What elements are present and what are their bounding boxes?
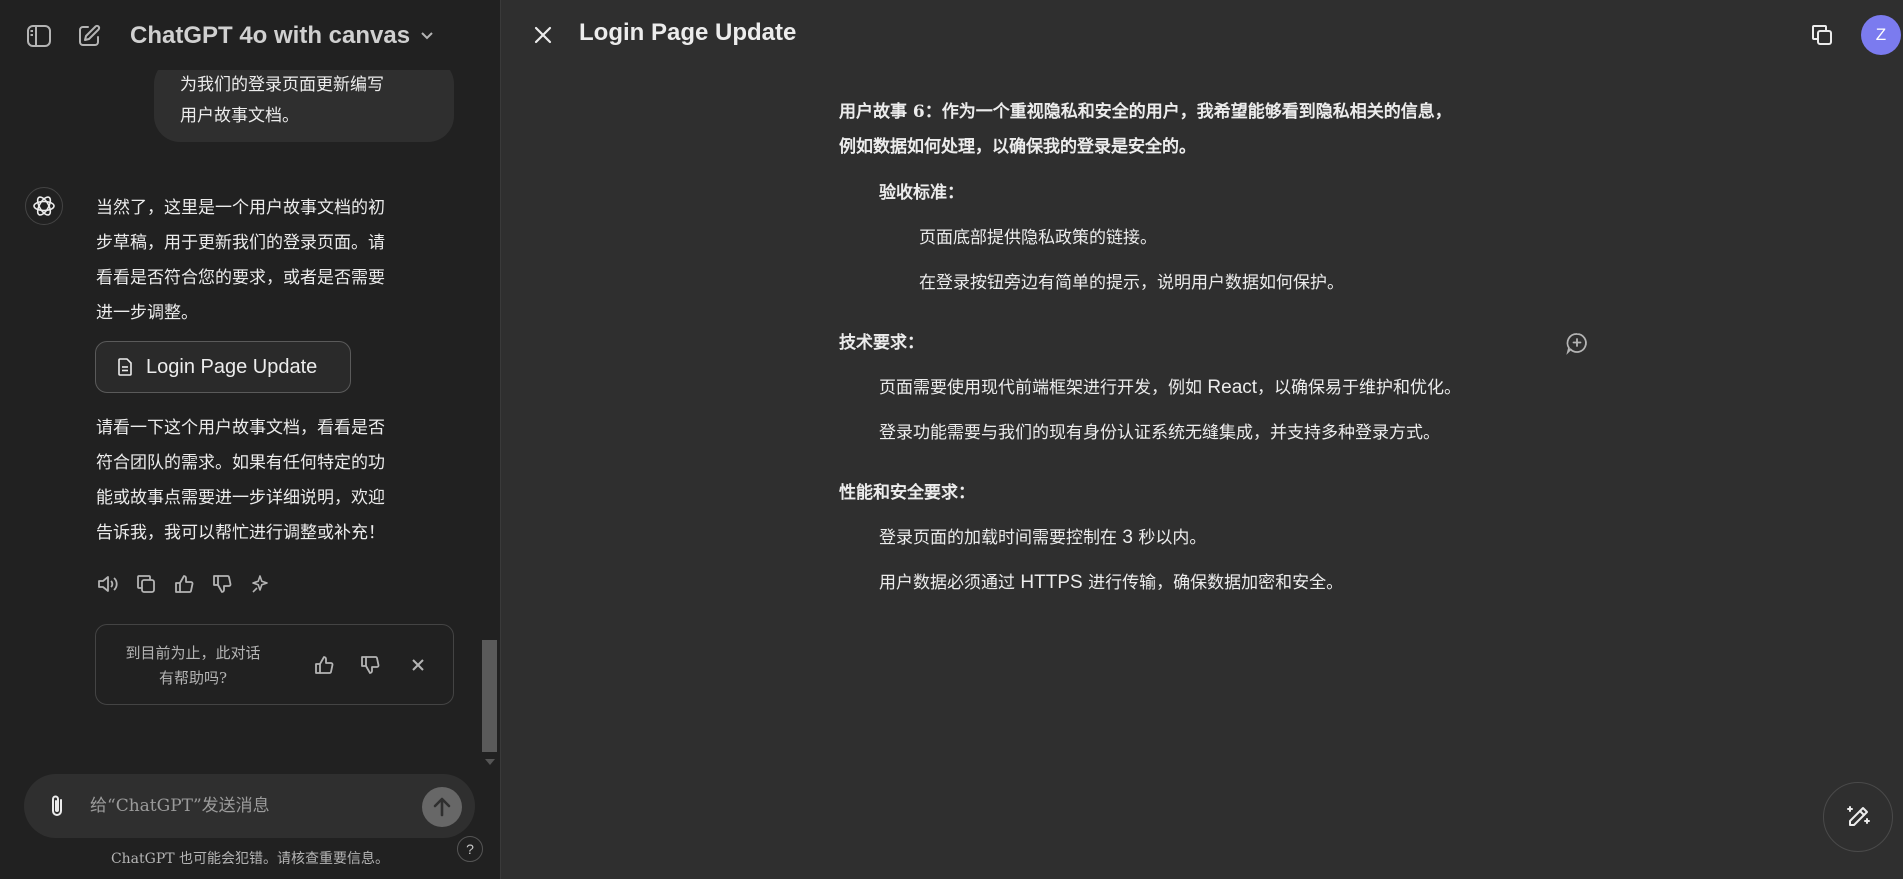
feedback-thumbs-down-button[interactable]: [358, 653, 382, 677]
thumbs-up-icon: [315, 656, 334, 674]
security-item: 用户数据必须通过 HTTPS 进行传输，确保数据加密和安全。: [879, 568, 1343, 594]
message-input[interactable]: [90, 790, 340, 822]
assistant-message-2: 请看一下这个用户故事文档，看看是否 符合团队的需求。如果有任何特定的功 能或故事…: [96, 411, 441, 551]
read-aloud-button[interactable]: [96, 572, 120, 596]
feedback-line: 有帮助吗?: [158, 669, 228, 687]
scrollbar-thumb[interactable]: [482, 640, 497, 752]
text-segment: 页面需要使用现代前端框架进行开发，例如: [879, 378, 1208, 398]
help-button[interactable]: ?: [457, 836, 483, 862]
send-button[interactable]: [422, 787, 462, 827]
new-chat-icon: [79, 24, 101, 46]
assistant-message-1: 当然了，这里是一个用户故事文档的初 步草稿，用于更新我们的登录页面。请 看看是否…: [96, 191, 441, 331]
copy-button[interactable]: [134, 572, 158, 596]
message-line: 请看一下这个用户故事文档，看看是否: [96, 418, 385, 438]
thumbs-down-button[interactable]: [210, 572, 234, 596]
story-6-line-1: 用户故事 6：作为一个重视隐私和安全的用户，我希望能够看到隐私相关的信息，: [839, 102, 1452, 122]
canvas-pane: Login Page Update Z 用户故事 6：作为一个重视隐私和安全的用…: [501, 0, 1903, 879]
close-icon: [412, 659, 424, 671]
assistant-avatar: [25, 187, 63, 225]
disclaimer-text: ChatGPT 也可能会犯错。请核查重要信息。: [110, 851, 390, 867]
text-segment: React: [1207, 377, 1258, 398]
message-actions: [96, 572, 272, 596]
message-line: 当然了，这里是一个用户故事文档的初: [96, 198, 385, 218]
paperclip-icon: [52, 795, 62, 816]
text-segment: HTTPS: [1020, 572, 1083, 593]
text-segment: 登录页面的加载时间需要控制在: [879, 528, 1123, 548]
regenerate-icon: [252, 575, 268, 593]
user-message-line: 为我们的登录页面更新编写: [180, 75, 384, 95]
add-comment-icon: [1566, 333, 1587, 355]
text-segment: 3: [1122, 527, 1133, 548]
message-line: 进一步调整。: [96, 303, 198, 323]
performance-item: 登录页面的加载时间需要控制在 3 秒以内。: [879, 523, 1206, 549]
text-segment: 进行传输，确保数据加密和安全。: [1082, 573, 1344, 593]
chat-topbar: ChatGPT 4o with canvas: [0, 0, 500, 70]
text-segment: 用户数据必须通过: [879, 573, 1021, 593]
message-line: 告诉我，我可以帮忙进行调整或补充！: [96, 523, 385, 543]
canvas-document-chip[interactable]: Login Page Update: [95, 341, 351, 393]
tech-requirement-item: 页面需要使用现代前端框架进行开发，例如 React，以确保易于维护和优化。: [879, 373, 1461, 399]
document-chip-label: Login Page Update: [146, 355, 318, 378]
model-selector[interactable]: ChatGPT 4o with canvas: [130, 20, 434, 52]
add-comment-button[interactable]: [1564, 330, 1590, 356]
message-line: 看看是否符合您的要求，或者是否需要: [96, 268, 385, 288]
regenerate-button[interactable]: [248, 572, 272, 596]
text-segment: ，以确保易于维护和优化。: [1257, 378, 1462, 398]
acceptance-item: 页面底部提供隐私政策的链接。: [919, 228, 1157, 248]
document-icon: [118, 358, 132, 376]
performance-security-heading: 性能和安全要求：: [839, 483, 975, 503]
thumbs-down-icon: [213, 575, 232, 593]
suggest-edits-button[interactable]: [1823, 782, 1893, 852]
chevron-down-icon: [421, 32, 433, 40]
scroll-down-arrow[interactable]: [485, 759, 495, 765]
thumbs-down-icon: [361, 656, 380, 674]
feedback-card: 到目前为止，此对话 有帮助吗?: [95, 624, 454, 705]
arrow-up-icon: [433, 797, 451, 817]
feedback-thumbs-up-button[interactable]: [312, 653, 336, 677]
chat-pane: 为我们的登录页面更新编写 用户故事文档。 ChatGPT 4o with can…: [0, 0, 501, 879]
message-line: 步草稿，用于更新我们的登录页面。请: [96, 233, 385, 253]
user-message-bubble: 为我们的登录页面更新编写 用户故事文档。: [154, 58, 454, 142]
feedback-question: 到目前为止，此对话 有帮助吗?: [118, 641, 268, 691]
thumbs-up-button[interactable]: [172, 572, 196, 596]
story-6-line-2: 例如数据如何处理，以确保我的登录是安全的。: [839, 137, 1196, 157]
sidebar-toggle-button[interactable]: [22, 21, 56, 51]
feedback-line: 到目前为止，此对话: [125, 644, 261, 662]
edit-pencil-icon: [1847, 806, 1870, 826]
canvas-document[interactable]: 用户故事 6：作为一个重视隐私和安全的用户，我希望能够看到隐私相关的信息， 例如…: [501, 0, 1903, 879]
tech-requirement-item: 登录功能需要与我们的现有身份认证系统无缝集成，并支持多种登录方式。: [879, 423, 1440, 443]
message-line: 符合团队的需求。如果有任何特定的功: [96, 453, 385, 473]
acceptance-item: 在登录按钮旁边有简单的提示，说明用户数据如何保护。: [919, 273, 1344, 293]
feedback-close-button[interactable]: [406, 653, 430, 677]
message-composer: [24, 774, 475, 838]
message-line: 能或故事点需要进一步详细说明，欢迎: [96, 488, 385, 508]
thumbs-up-icon: [175, 575, 194, 593]
copy-icon: [137, 575, 155, 593]
new-chat-button[interactable]: [74, 21, 104, 51]
chatgpt-logo-icon: [33, 196, 55, 216]
tech-requirements-heading: 技术要求：: [839, 333, 924, 353]
text-segment: 秒以内。: [1132, 528, 1207, 548]
user-message-line: 用户故事文档。: [180, 106, 299, 126]
attach-button[interactable]: [44, 792, 70, 820]
acceptance-heading: 验收标准：: [879, 183, 964, 203]
model-name: ChatGPT 4o with canvas: [130, 22, 411, 49]
read-aloud-icon: [98, 576, 118, 592]
sidebar-toggle-icon: [27, 25, 51, 47]
